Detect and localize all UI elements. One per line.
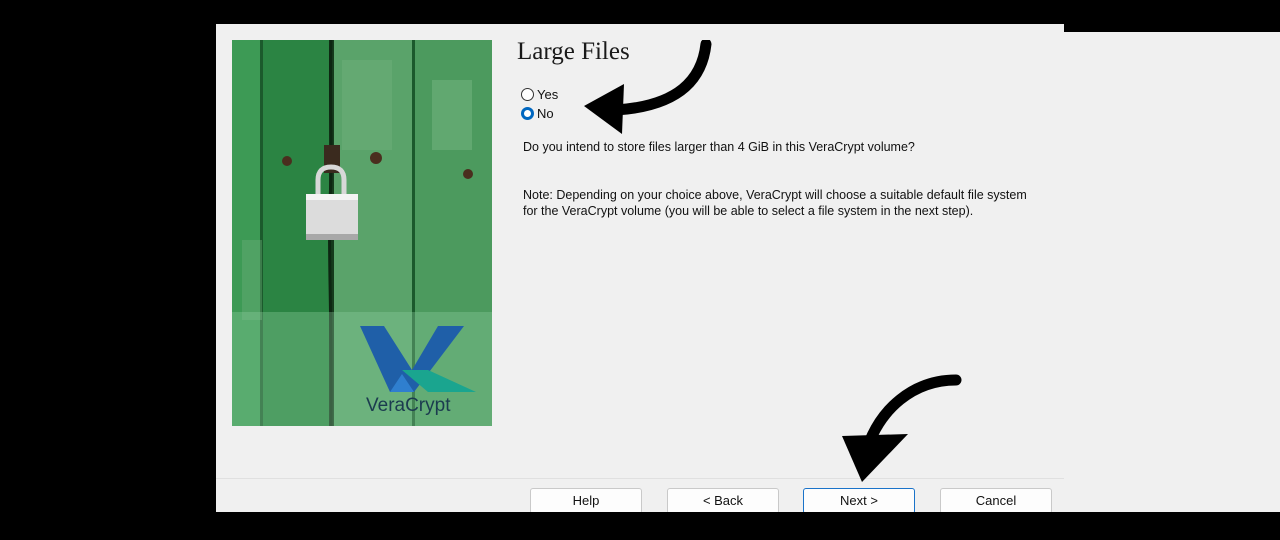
option-no-label: No	[537, 106, 554, 121]
background-panel	[1064, 32, 1280, 512]
option-yes[interactable]: Yes	[521, 87, 558, 102]
veracrypt-logo-text: VeraCrypt	[366, 395, 451, 416]
option-yes-label: Yes	[537, 87, 559, 102]
note-text: Note: Depending on your choice above, Ve…	[523, 188, 1027, 218]
back-button[interactable]: < Back	[667, 488, 779, 512]
cancel-button[interactable]: Cancel	[940, 488, 1052, 512]
radio-yes[interactable]	[521, 88, 534, 101]
option-no[interactable]: No	[521, 106, 554, 121]
next-button[interactable]: Next >	[803, 488, 915, 512]
question-text: Do you intend to store files larger than…	[523, 140, 915, 154]
curved-arrow-icon	[584, 40, 712, 134]
help-button[interactable]: Help	[530, 488, 642, 512]
padlock-door-image: VeraCrypt	[232, 40, 492, 426]
curved-arrow-icon	[842, 374, 962, 482]
radio-no[interactable]	[521, 107, 534, 120]
